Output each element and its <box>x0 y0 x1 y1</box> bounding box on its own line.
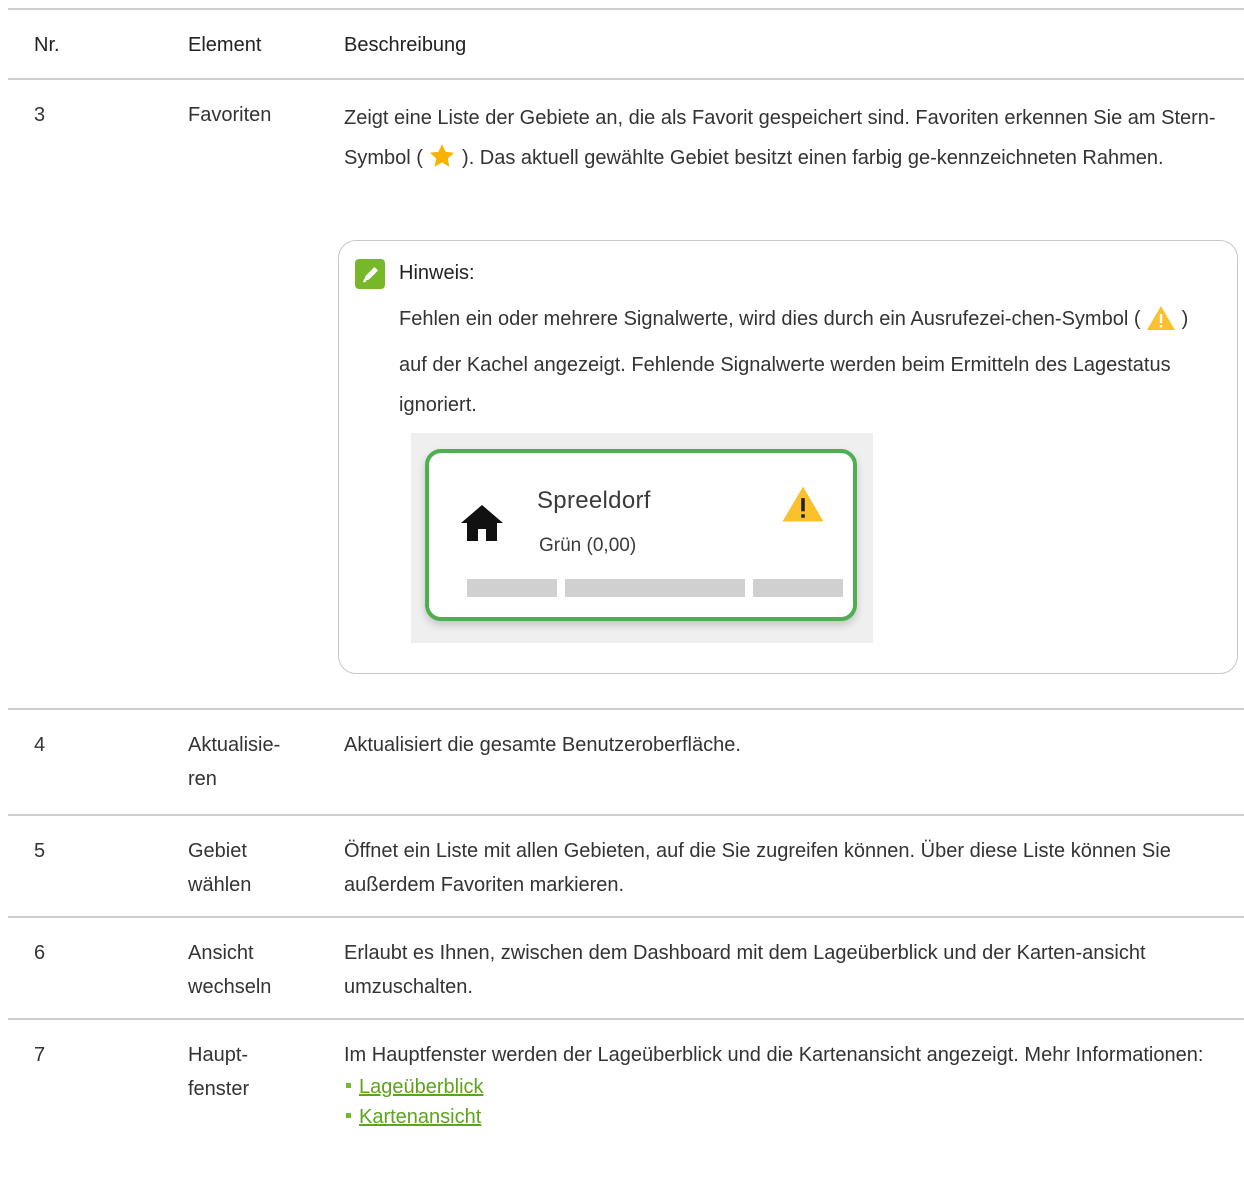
row-element: Aktualisie-ren <box>188 734 281 790</box>
row-nr: 3 <box>34 104 46 126</box>
link-lageueberblick[interactable]: Lageüberblick <box>359 1076 484 1098</box>
signal-bar <box>753 579 843 597</box>
warning-icon <box>781 485 825 529</box>
row-description: Im Hauptfenster werden der Lageüberblick… <box>344 1038 1234 1132</box>
note-text-start: Fehlen ein oder mehrere Signalwerte, wir… <box>399 308 1141 330</box>
signal-bar <box>565 579 745 597</box>
row-element: Gebiet wählen <box>188 840 252 896</box>
row-element: Ansicht wechseln <box>188 942 272 998</box>
header-nr: Nr. <box>34 34 60 56</box>
tile-screenshot: Spreeldorf Grün (0,00) <box>411 433 873 643</box>
description-text-cont: ). Das aktuell gewählte Gebiet besitzt e… <box>462 147 1164 169</box>
header-description: Beschreibung <box>344 34 467 56</box>
row-nr: 7 <box>34 1044 46 1066</box>
row-nr: 4 <box>34 734 46 756</box>
row-element: Haupt-fenster <box>188 1044 250 1100</box>
tile-status: Grün (0,00) <box>539 535 637 556</box>
table-top-rule <box>8 8 1244 10</box>
row-description: Öffnet ein Liste mit allen Gebieten, auf… <box>344 840 1171 896</box>
row-description: Zeigt eine Liste der Gebiete an, die als… <box>344 98 1234 184</box>
warning-icon <box>1146 305 1176 345</box>
row-rule <box>8 708 1244 710</box>
header-element: Element <box>188 34 262 56</box>
row-rule <box>8 814 1244 816</box>
row-rule <box>8 1018 1244 1020</box>
note-box: Hinweis: Fehlen ein oder mehrere Signalw… <box>338 240 1238 674</box>
header-rule <box>8 78 1244 80</box>
link-kartenansicht[interactable]: Kartenansicht <box>359 1106 481 1128</box>
row-element: Favoriten <box>188 104 272 126</box>
signal-bar <box>467 579 557 597</box>
row-description-text: Im Hauptfenster werden der Lageüberblick… <box>344 1044 1204 1066</box>
area-tile: Spreeldorf Grün (0,00) <box>425 449 857 621</box>
bullet-icon <box>346 1083 351 1088</box>
edit-note-icon <box>355 257 385 289</box>
note-text: Fehlen ein oder mehrere Signalwerte, wir… <box>399 299 1219 425</box>
list-item: Kartenansicht <box>344 1102 1234 1132</box>
row-rule <box>8 916 1244 918</box>
row-nr: 6 <box>34 942 46 964</box>
note-title: Hinweis: <box>399 262 475 284</box>
row-description: Aktualisiert die gesamte Benutzeroberflä… <box>344 734 741 756</box>
home-icon <box>459 503 505 549</box>
link-list: Lageüberblick Kartenansicht <box>344 1072 1234 1132</box>
tile-area-name: Spreeldorf <box>537 487 651 514</box>
list-item: Lageüberblick <box>344 1072 1234 1102</box>
row-description: Erlaubt es Ihnen, zwischen dem Dashboard… <box>344 942 1146 998</box>
bullet-icon <box>346 1113 351 1118</box>
row-nr: 5 <box>34 840 46 862</box>
star-icon <box>428 142 456 184</box>
